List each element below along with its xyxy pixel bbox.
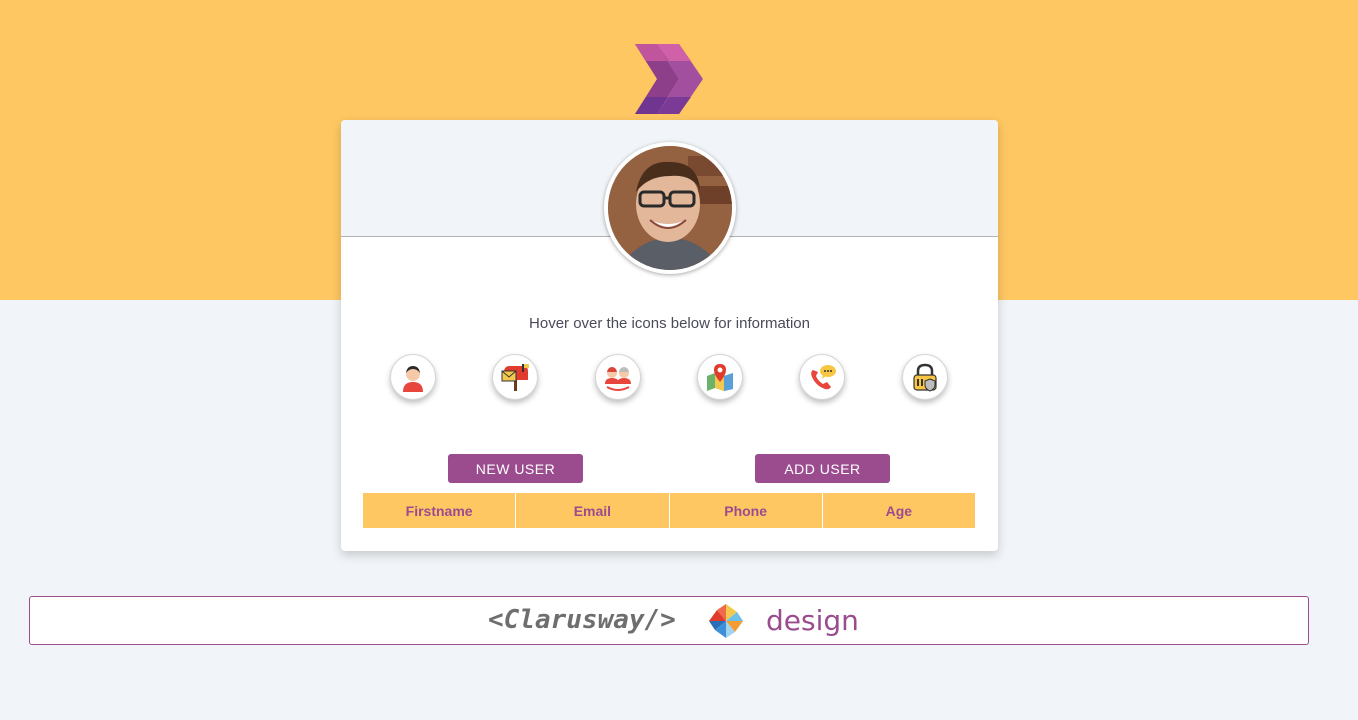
column-header-age: Age	[885, 502, 913, 519]
profile-card: Hover over the icons below for informati…	[341, 120, 998, 551]
mailbox-icon	[501, 364, 529, 391]
lock-icon-button[interactable]	[902, 354, 948, 400]
map-icon	[707, 364, 733, 391]
phone-icon-button[interactable]	[799, 354, 845, 400]
lock-icon	[913, 363, 937, 392]
hint-text: Hover over the icons below for informati…	[529, 315, 810, 332]
age-icon	[605, 367, 631, 391]
column-header-firstname: Firstname	[363, 493, 517, 528]
column-header-phone: Phone	[670, 493, 823, 528]
user-icon	[403, 366, 423, 392]
profile-photo	[608, 146, 732, 270]
pinwheel-icon	[709, 604, 743, 638]
column-header-email: Email	[516, 493, 670, 528]
user-icon-button[interactable]	[390, 354, 436, 400]
brand-text: <Clarusway/>	[488, 605, 676, 635]
mailbox-icon-button[interactable]	[492, 354, 538, 400]
add-user-button[interactable]: ADD USER	[755, 454, 890, 483]
info-icons	[390, 354, 950, 400]
double-chevron-logo-icon	[635, 44, 703, 114]
avatar	[604, 142, 736, 274]
map-icon-button[interactable]	[697, 354, 743, 400]
new-user-button[interactable]: NEW USER	[448, 454, 583, 483]
user-table-header: Firstname Email Phone Age	[363, 493, 975, 528]
design-text: design	[766, 604, 859, 637]
footer: <Clarusway/> design	[29, 596, 1309, 645]
phone-icon	[811, 365, 836, 390]
age-icon-button[interactable]	[595, 354, 641, 400]
